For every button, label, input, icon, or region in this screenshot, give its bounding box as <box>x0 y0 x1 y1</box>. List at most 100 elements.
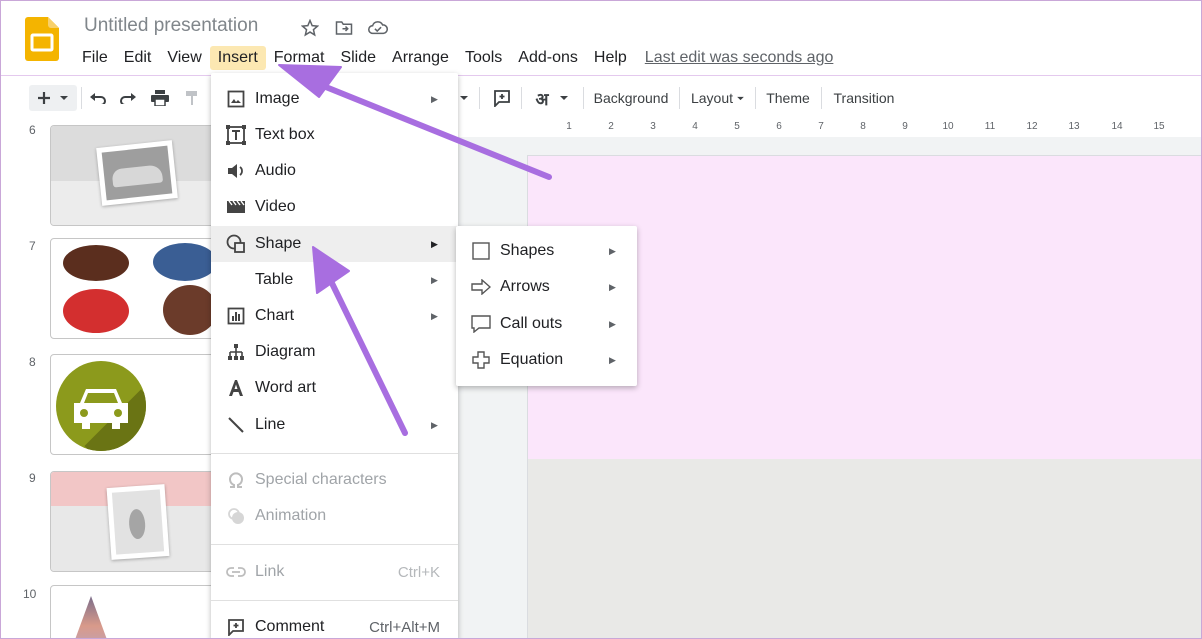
slide-number: 6 <box>29 123 36 137</box>
thumb-pineapple <box>128 508 147 540</box>
submenu-arrow-icon: ▶ <box>609 245 616 256</box>
slide-thumbnail-9[interactable] <box>50 471 230 572</box>
menu-item-label: Animation <box>255 507 327 524</box>
transition-button[interactable]: Transition <box>829 85 899 111</box>
menu-item-label: Link <box>255 563 285 580</box>
menu-help[interactable]: Help <box>586 46 635 70</box>
toolbar-divider <box>679 87 680 109</box>
image-icon <box>225 88 247 110</box>
submenu-arrow-icon: ▶ <box>431 274 438 285</box>
menu-tools[interactable]: Tools <box>457 46 510 70</box>
menu-arrange[interactable]: Arrange <box>384 46 457 70</box>
slide-number: 9 <box>29 471 36 485</box>
submenu-arrow-icon: ▶ <box>609 281 616 292</box>
star-icon[interactable] <box>299 17 321 39</box>
menu-insert[interactable]: Insert <box>209 46 266 70</box>
submenu-item-shapes[interactable]: Shapes ▶ <box>456 233 637 269</box>
toolbar-divider <box>81 87 82 109</box>
menu-item-text-box[interactable]: Text box <box>211 117 458 153</box>
ruler-label: 9 <box>902 121 908 132</box>
ruler-label: 1 <box>566 121 572 132</box>
horizontal-ruler: 1 2 3 4 5 6 7 8 9 10 11 12 13 14 15 <box>527 119 1201 137</box>
comment-icon <box>225 616 247 638</box>
input-tools-button[interactable]: अ <box>529 85 575 111</box>
ruler-label: 14 <box>1111 121 1123 132</box>
background-button[interactable]: Background <box>591 85 671 111</box>
slide-number: 8 <box>29 355 36 369</box>
toolbar-divider <box>755 87 756 109</box>
toolbar-divider <box>479 87 480 109</box>
menu-file[interactable]: File <box>74 46 116 70</box>
layout-button[interactable]: Layout <box>689 85 747 111</box>
ruler-label: 6 <box>776 121 782 132</box>
submenu-item-equation[interactable]: Equation ▶ <box>456 342 637 378</box>
menu-item-image[interactable]: Image ▶ <box>211 81 458 117</box>
submenu-arrow-icon: ▶ <box>431 419 438 430</box>
line-icon <box>225 414 247 436</box>
menu-item-video[interactable]: Video <box>211 189 458 225</box>
audio-icon <box>225 160 247 182</box>
submenu-arrow-icon: ▶ <box>431 93 438 104</box>
menu-item-diagram[interactable]: Diagram <box>211 334 458 370</box>
slide-thumbnail-7[interactable] <box>50 238 230 339</box>
slide-thumbnail-6[interactable] <box>50 125 230 226</box>
menu-slide[interactable]: Slide <box>332 46 384 70</box>
menu-item-comment[interactable]: Comment Ctrl+Alt+M <box>211 609 458 638</box>
paint-format-icon[interactable] <box>179 85 205 111</box>
add-comment-icon[interactable] <box>489 85 515 111</box>
menu-item-label: Diagram <box>255 343 316 360</box>
caret-down-icon <box>737 96 744 100</box>
thumb-car-circle <box>56 361 146 451</box>
redo-icon[interactable] <box>115 85 141 111</box>
submenu-item-arrows[interactable]: Arrows ▶ <box>456 269 637 305</box>
undo-icon[interactable] <box>85 85 111 111</box>
menu-item-link: Link Ctrl+K <box>211 554 458 590</box>
cloud-saved-icon[interactable] <box>367 17 389 39</box>
thumb-oval-photo <box>63 245 129 281</box>
omega-icon <box>225 469 247 491</box>
slide-number: 7 <box>29 239 36 253</box>
print-icon[interactable] <box>147 85 173 111</box>
input-tools-label: अ <box>535 89 549 109</box>
submenu-arrow-icon: ▶ <box>609 318 616 329</box>
menu-item-audio[interactable]: Audio <box>211 153 458 189</box>
menu-item-shape[interactable]: Shape ▶ <box>211 226 458 262</box>
header-divider <box>1 75 1201 76</box>
menu-item-label: Audio <box>255 162 296 179</box>
slides-logo-icon[interactable] <box>25 17 59 61</box>
new-slide-button[interactable] <box>29 85 77 111</box>
car-icon <box>74 389 128 429</box>
submenu-item-label: Call outs <box>500 315 563 332</box>
menu-item-label: Chart <box>255 307 295 324</box>
submenu-item-callouts[interactable]: Call outs ▶ <box>456 306 637 342</box>
menu-item-chart[interactable]: Chart ▶ <box>211 298 458 334</box>
last-edit-link[interactable]: Last edit was seconds ago <box>645 49 834 67</box>
slide-number: 10 <box>23 587 37 601</box>
submenu-item-label: Equation <box>500 351 564 368</box>
toolbar-divider <box>583 87 584 109</box>
menu-edit[interactable]: Edit <box>116 46 160 70</box>
filmstrip: 6 7 8 9 10 <box>1 119 230 638</box>
slide-thumbnail-10[interactable] <box>50 585 230 638</box>
thumb-photo-image <box>101 145 173 201</box>
plus-shape-icon <box>470 349 492 371</box>
menu-format[interactable]: Format <box>266 46 333 70</box>
menu-item-label: Comment <box>255 618 325 635</box>
slide-thumbnail-8[interactable] <box>50 354 230 455</box>
line-dash-caret-icon[interactable] <box>457 85 471 111</box>
shape-submenu: Shapes ▶ Arrows ▶ Call outs ▶ Equation ▶ <box>456 226 637 386</box>
menu-item-word-art[interactable]: Word art <box>211 370 458 406</box>
menu-item-label: Line <box>255 416 286 433</box>
theme-button[interactable]: Theme <box>763 85 813 111</box>
thumb-car-shape <box>111 164 164 188</box>
layout-label: Layout <box>690 90 734 106</box>
menu-addons[interactable]: Add-ons <box>510 46 586 70</box>
menu-item-table[interactable]: Table ▶ <box>211 262 458 298</box>
menu-view[interactable]: View <box>159 46 209 70</box>
document-title[interactable]: Untitled presentation <box>84 15 258 37</box>
thumb-photo <box>106 484 170 560</box>
submenu-item-label: Shapes <box>500 242 555 259</box>
menu-item-line[interactable]: Line ▶ <box>211 407 458 443</box>
move-folder-icon[interactable] <box>333 17 355 39</box>
arrow-shape-icon <box>470 276 492 298</box>
